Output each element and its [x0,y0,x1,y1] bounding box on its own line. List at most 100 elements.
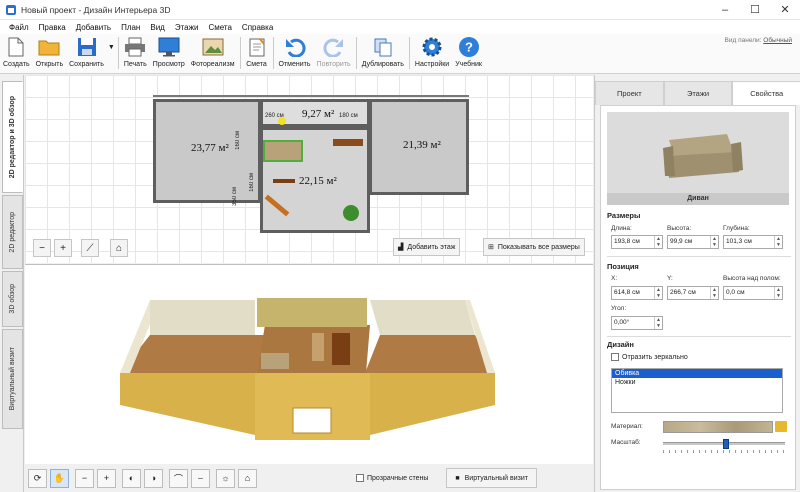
settings-button[interactable]: Настройки [412,34,452,72]
slider-thumb[interactable] [723,439,729,449]
x-input[interactable]: 614,8 см ▲ ▼ [611,286,663,300]
checkbox[interactable] [611,353,619,361]
tilt-up-button[interactable]: ⌒ [169,468,188,488]
plan-editor[interactable]: 23,77 м² 9,27 м² 21,39 м² 22,15 м² 260 с… [25,75,593,263]
tab-3d[interactable]: 3D обзор [2,271,23,327]
house-3d-render [120,298,495,440]
list-item[interactable]: Ножки [612,378,782,387]
tutorial-button[interactable]: ? Учебник [452,34,485,72]
3d-view[interactable] [25,264,593,464]
orbit-right-button[interactable]: ◑ [144,468,163,488]
scale-slider[interactable] [663,439,785,449]
maximize-button[interactable]: ☐ [740,0,770,20]
undo-button[interactable]: Отменить [276,34,314,72]
transparent-walls-toggle[interactable]: Прозрачные стены [356,474,428,482]
save-button[interactable]: Сохранить [66,34,107,72]
right-panel: Проект Этажи Свойства Диван Размеры Длин… [594,75,800,492]
duplicate-button[interactable]: Дублировать [359,34,407,72]
zoom-in-3d-button[interactable]: + [97,468,116,488]
tab-2d[interactable]: 2D редактор [2,195,23,269]
tab-floors[interactable]: Этажи [663,81,733,105]
print-button[interactable]: Печать [121,34,150,72]
zoom-out-3d-button[interactable]: − [75,468,94,488]
home-button[interactable]: ⌂ [110,239,128,257]
close-button[interactable]: ✕ [770,0,800,20]
menu-plan[interactable]: План [116,23,145,32]
save-dropdown[interactable]: ▼ [107,34,116,72]
design-section-title: Дизайн [607,340,634,349]
tab-virtual-visit[interactable]: Виртуальный визит [2,329,23,429]
angle-input[interactable]: 0,00° ▲ ▼ [611,316,663,330]
height-input[interactable]: 99,9 см ▲ ▼ [667,235,719,249]
item-name: Диван [607,193,789,205]
orbit-left-button[interactable]: ◐ [122,468,141,488]
menu-file[interactable]: Файл [4,23,34,32]
menu-floors[interactable]: Этажи [170,23,204,32]
room-area-label: 21,39 м² [403,139,441,151]
menu-bar: Файл Правка Добавить План Вид Этажи Смет… [0,20,800,34]
picture-icon [202,38,224,56]
tilt-down-button[interactable]: ⌣ [191,468,210,488]
monitor-icon [158,37,180,57]
y-input[interactable]: 266,7 см ▲ ▼ [667,286,719,300]
zoom-in-icon: + [60,242,66,254]
app-icon [6,4,16,15]
grid-icon: ⊞ [488,244,494,251]
list-item[interactable]: Обивка [612,369,782,378]
home-3d-button[interactable]: ⌂ [238,468,257,488]
sizes-section-title: Размеры [607,211,641,220]
plan-furniture[interactable] [273,179,295,183]
rotate-icon: ⟳ [33,472,42,483]
plan-plant[interactable] [343,205,359,221]
floor-height-input[interactable]: 0,0 см ▲ ▼ [723,286,783,300]
tab-properties[interactable]: Свойства [732,81,800,105]
zoom-out-button[interactable]: − [33,239,51,257]
checkbox[interactable] [356,474,364,482]
mirror-toggle[interactable]: Отразить зеркально [611,353,688,361]
menu-view[interactable]: Вид [145,23,169,32]
redo-button[interactable]: Повторить [314,34,354,72]
open-button[interactable]: Открыть [33,34,67,72]
dimension-label: 160 см [235,131,241,150]
menu-add[interactable]: Добавить [71,23,116,32]
light-button[interactable]: ☼ [216,468,235,488]
notepad-icon [249,38,265,57]
plan-furniture[interactable] [333,139,363,146]
gear-icon [422,37,442,57]
tab-project[interactable]: Проект [595,81,664,105]
zoom-in-icon: + [103,473,110,483]
menu-edit[interactable]: Правка [34,23,71,32]
tab-2d-3d[interactable]: 2D редактор и 3D обзор [2,81,23,193]
parts-list[interactable]: Обивка Ножки [611,368,783,413]
depth-input[interactable]: 101,3 см ▲ ▼ [723,235,783,249]
material-swatch[interactable] [663,421,773,433]
virtual-visit-button[interactable]: ■ Виртуальный визит [446,468,537,488]
properties-panel: Диван Размеры Длина: Высота: Глубина: 19… [600,105,796,490]
rotate-360-button[interactable]: ⟳ [28,468,47,488]
show-sizes-button[interactable]: ⊞ Показывать все размеры [483,238,585,256]
menu-estimate[interactable]: Смета [203,23,236,32]
folder-icon[interactable] [775,421,787,432]
help-icon: ? [458,37,479,57]
estimate-button[interactable]: Смета [243,34,271,72]
orbit-icon: ◐ [128,473,135,483]
zoom-in-button[interactable]: + [54,239,72,257]
pan-button[interactable]: ✋ [50,468,69,488]
length-input[interactable]: 193,8 см ▲ ▼ [611,235,663,249]
menu-help[interactable]: Справка [237,23,278,32]
hand-icon: ✋ [53,472,66,483]
add-floor-button[interactable]: ▟ Добавить этаж [393,238,461,256]
create-button[interactable]: Создать [0,34,33,72]
room-area-label: 9,27 м² [302,108,335,120]
panel-view-link[interactable]: Обычный [763,37,792,44]
ruler-button[interactable]: ⟋ [81,239,99,257]
minimize-button[interactable]: – [710,0,740,20]
panel-view: Вид панели: Обычный [724,37,792,44]
preview-button[interactable]: Просмотр [150,34,188,72]
selected-sofa[interactable] [263,140,303,162]
3d-toolbar: ⟳ ✋ − + ◐ ◑ ⌒ ⌣ ☼ ⌂ Прозрачные стены ■ Ви… [25,464,593,492]
zoom-out-icon: − [81,473,88,483]
light-icon[interactable] [278,117,286,125]
photo-button[interactable]: Фотореализм [188,34,238,72]
printer-icon [125,37,146,57]
